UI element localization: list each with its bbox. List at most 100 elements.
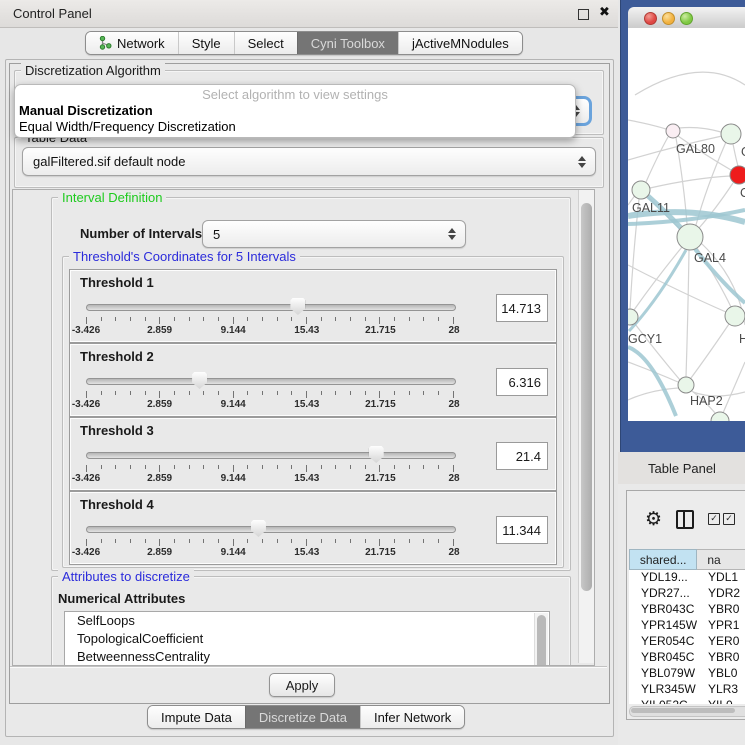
list-scrollbar-thumb[interactable] [537,615,546,666]
network-node[interactable] [678,377,694,393]
column-header-name[interactable]: na [697,549,745,570]
tick-mark [453,391,454,398]
table-row[interactable]: YDR27...YDR2 [629,586,745,602]
table-row[interactable]: YPR145WYPR1 [629,618,745,634]
network-node[interactable] [725,306,745,326]
network-edge[interactable] [646,137,668,182]
tab-network[interactable]: Network [86,32,178,54]
network-node[interactable] [730,166,745,184]
screen: Control Panel ✖ NetworkStyleSelectCyni T… [0,0,745,745]
threshold-panel: Threshold 1-3.4262.8599.14415.4321.71528… [69,269,557,343]
tick-mark [365,391,366,395]
threshold-value-field[interactable]: 11.344 [496,516,548,544]
slider-thumb[interactable] [251,520,266,537]
table-row[interactable]: YLR345WYLR3 [629,682,745,698]
tick-mark [394,317,395,321]
algorithm-placeholder-item[interactable]: Select algorithm to view settings [15,87,575,102]
number-of-intervals-combo[interactable]: 5 [202,220,466,248]
threshold-value-field[interactable]: 14.713 [496,294,548,322]
table-row[interactable]: YDL19...YDL1 [629,570,745,586]
table-row[interactable]: YER054CYER0 [629,634,745,650]
network-edge[interactable] [733,144,738,166]
horizontal-scrollbar-thumb[interactable] [631,708,735,713]
network-edge[interactable] [634,247,682,310]
tick-mark [365,465,366,469]
split-column-icon[interactable] [676,510,694,529]
network-node[interactable] [711,412,729,421]
network-edge-highlighted[interactable] [628,347,676,416]
tick-mark [321,465,322,469]
network-edge[interactable] [723,362,745,413]
algorithm-option-manual[interactable]: Manual Discretization [18,103,573,118]
vertical-scrollbar-thumb[interactable] [581,203,592,591]
tab-discretize-data[interactable]: Discretize Data [245,706,360,728]
cell-shared-name: YDR27... [629,586,698,602]
network-canvas[interactable]: GAL80GCGAL11GAL4GCY1HHAP2 [628,28,745,421]
close-icon[interactable]: ✖ [599,4,610,20]
tab-impute-data[interactable]: Impute Data [148,706,245,728]
network-edge[interactable] [628,265,726,312]
network-edge[interactable] [635,72,745,95]
table-row[interactable]: YBR043CYBR0 [629,602,745,618]
slider-thumb[interactable] [369,446,384,463]
threshold-slider[interactable]: -3.4262.8599.14415.4321.71528 [86,446,454,486]
vertical-scrollbar[interactable] [578,190,594,663]
network-edge[interactable] [691,324,729,378]
network-graph: GAL80GCGAL11GAL4GCY1HHAP2 [628,28,745,421]
list-scrollbar[interactable] [534,613,548,666]
table-row[interactable]: YBR045CYBR0 [629,650,745,666]
checkbox-icon[interactable]: ✓ [708,513,720,525]
tab-infer-network[interactable]: Infer Network [360,706,464,728]
network-edge[interactable] [650,176,730,188]
threshold-value-field[interactable]: 21.4 [496,442,548,470]
tick-mark [189,539,190,543]
tick-mark [277,317,278,321]
tick-mark [233,465,234,472]
threshold-slider[interactable]: -3.4262.8599.14415.4321.71528 [86,298,454,338]
tab-style[interactable]: Style [178,32,234,54]
network-node[interactable] [632,181,650,199]
tab-cyni-toolbox[interactable]: Cyni Toolbox [297,32,398,54]
close-traffic-light-icon[interactable] [644,12,657,25]
checkbox-icon[interactable]: ✓ [723,513,735,525]
network-edge[interactable] [699,183,733,228]
horizontal-scrollbar[interactable] [629,706,745,717]
list-item[interactable]: TopologicalCoefficient [65,630,549,648]
tick-mark [321,317,322,321]
network-node[interactable] [721,124,741,144]
threshold-slider[interactable]: -3.4262.8599.14415.4321.71528 [86,372,454,412]
network-node[interactable] [666,124,680,138]
algorithm-option-equal-width[interactable]: Equal Width/Frequency Discretization [18,119,573,134]
minimize-traffic-light-icon[interactable] [662,12,675,25]
network-edge[interactable] [628,120,666,129]
zoom-traffic-light-icon[interactable] [680,12,693,25]
network-edge[interactable] [686,250,689,377]
network-node[interactable] [677,224,703,250]
table-data-combo[interactable]: galFiltered.sif default node [22,147,596,176]
column-header-shared-name[interactable]: shared... [629,549,697,570]
tick-mark [438,465,439,469]
table-row[interactable]: YIL052CYIL0 [629,698,745,704]
threshold-slider[interactable]: -3.4262.8599.14415.4321.71528 [86,520,454,560]
tick-label: 21.715 [365,473,396,484]
slider-thumb[interactable] [290,298,305,315]
apply-button[interactable]: Apply [269,673,335,697]
table-row[interactable]: YBL079WYBL0 [629,666,745,682]
network-edge[interactable] [679,128,721,133]
float-window-icon[interactable] [578,9,589,20]
discretization-algorithm-title: Discretization Algorithm [21,63,165,78]
list-item[interactable]: SelfLoops [65,612,549,630]
slider-thumb[interactable] [192,372,207,389]
tick-mark [233,391,234,398]
tick-mark [350,465,351,469]
tick-mark [321,391,322,395]
gear-icon[interactable]: ⚙ [645,510,662,529]
tick-mark [159,465,160,472]
tab-jactivemnodules[interactable]: jActiveMNodules [398,32,522,54]
tab-select[interactable]: Select [234,32,297,54]
network-node-label: C [740,186,745,200]
slider-tick-labels: -3.4262.8599.14415.4321.71528 [86,547,454,559]
numerical-attributes-list[interactable]: SelfLoopsTopologicalCoefficientBetweenne… [64,611,550,666]
list-item[interactable]: BetweennessCentrality [65,648,549,666]
threshold-value-field[interactable]: 6.316 [496,368,548,396]
